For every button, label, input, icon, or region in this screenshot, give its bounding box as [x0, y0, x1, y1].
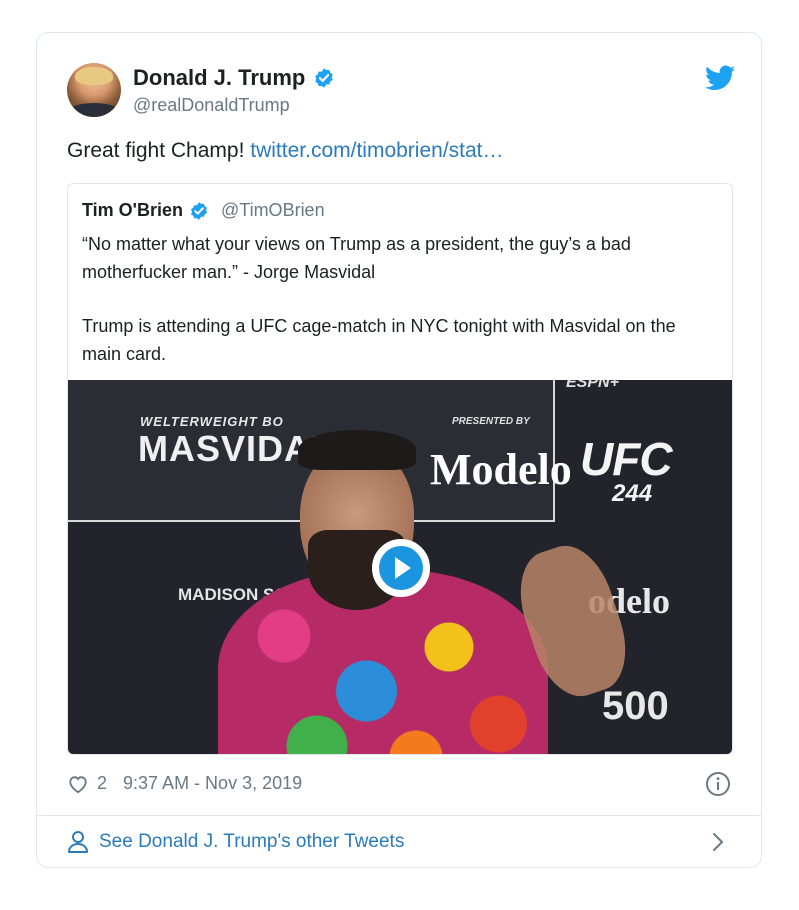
info-icon[interactable]: [705, 771, 731, 797]
tweet-text: Great fight Champ! twitter.com/timobrien…: [67, 139, 504, 163]
quoted-text: “No matter what your views on Trump as a…: [82, 230, 718, 368]
backdrop-welterweight-text: WELTERWEIGHT BO: [140, 414, 284, 429]
author-handle[interactable]: @realDonaldTrump: [133, 95, 290, 116]
quoted-paragraph-1: “No matter what your views on Trump as a…: [82, 234, 631, 282]
like-count[interactable]: 2: [97, 773, 107, 794]
quoted-tweet[interactable]: Tim O'Brien @TimOBrien “No matter what y…: [67, 183, 733, 755]
play-icon: [379, 546, 423, 590]
verified-badge-icon: [315, 68, 334, 88]
quoted-paragraph-2: Trump is attending a UFC cage-match in N…: [82, 316, 676, 364]
tweet-header: Donald J. Trump @realDonaldTrump: [67, 63, 735, 119]
quoted-author-handle: @TimOBrien: [220, 200, 325, 220]
tweet-meta: 2 9:37 AM - Nov 3, 2019: [67, 773, 302, 794]
backdrop-ufc-logo: UFC: [580, 433, 673, 485]
person-hair: [298, 430, 416, 470]
backdrop-ufc-number: 244: [612, 480, 653, 507]
verified-badge-icon: [191, 201, 207, 220]
avatar[interactable]: [67, 63, 121, 117]
twitter-bird-icon[interactable]: [705, 65, 735, 91]
backdrop-presented-text: PRESENTED BY: [452, 416, 530, 427]
video-thumbnail[interactable]: WELTERWEIGHT BO MASVIDAL PRESENTED BY Mo…: [68, 380, 732, 754]
embedded-tweet-card: Donald J. Trump @realDonaldTrump Great f…: [36, 32, 762, 868]
tweet-link[interactable]: twitter.com/timobrien/stat…: [250, 139, 503, 162]
person-icon: [68, 831, 88, 853]
tweet-timestamp[interactable]: 9:37 AM - Nov 3, 2019: [123, 773, 302, 794]
chevron-right-icon[interactable]: [711, 831, 725, 853]
author-name-row[interactable]: Donald J. Trump: [133, 65, 335, 91]
tweet-body: Great fight Champ!: [67, 139, 245, 162]
footer-divider: [37, 815, 761, 816]
quoted-header: Tim O'Brien @TimOBrien: [82, 200, 325, 221]
author-display-name[interactable]: Donald J. Trump: [133, 65, 305, 91]
play-button[interactable]: [372, 539, 430, 597]
backdrop-espn-text: ESPN+: [566, 380, 619, 391]
backdrop-modelo-logo: Modelo: [430, 445, 572, 494]
see-other-tweets-label[interactable]: See Donald J. Trump's other Tweets: [99, 831, 404, 853]
backdrop-500-text: 500: [602, 684, 669, 728]
heart-icon[interactable]: [67, 774, 89, 794]
quoted-author-name: Tim O'Brien: [82, 200, 183, 220]
see-other-tweets-link[interactable]: See Donald J. Trump's other Tweets: [67, 827, 731, 857]
